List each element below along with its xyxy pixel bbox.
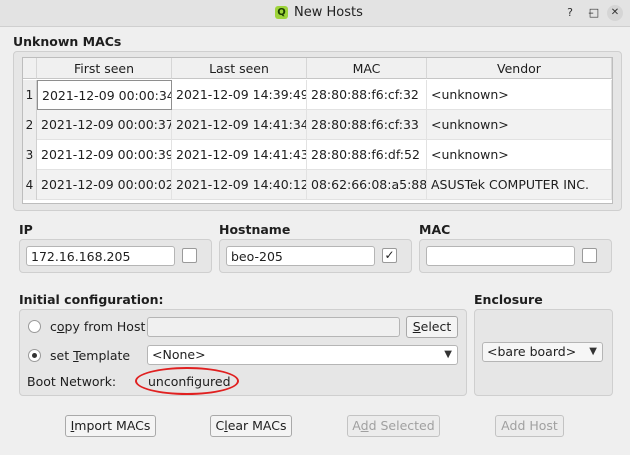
initial-config-label: Initial configuration: [19,292,164,307]
copy-from-host-label[interactable]: copy from Host [50,319,145,334]
mac-label: MAC [419,222,451,237]
cell-vendor[interactable]: <unknown> [427,80,612,110]
mac-checkbox[interactable] [582,248,597,263]
cell-last-seen[interactable]: 2021-12-09 14:39:49 [172,80,307,110]
copy-from-host-radio[interactable] [28,320,41,333]
title-bar: Q New Hosts ? – □ ✕ [0,0,630,27]
cell-last-seen[interactable]: 2021-12-09 14:41:34 [172,110,307,140]
cell-first-seen[interactable]: 2021-12-09 00:00:34 [37,80,172,110]
table-row[interactable]: 3 2021-12-09 00:00:39 2021-12-09 14:41:4… [23,140,612,170]
cell-first-seen[interactable]: 2021-12-09 00:00:39 [37,140,172,170]
select-button[interactable]: Select [406,316,458,338]
table-corner [23,58,37,79]
set-template-label[interactable]: set Template [50,348,130,363]
cell-vendor[interactable]: ASUSTek COMPUTER INC. [427,170,612,200]
cell-first-seen[interactable]: 2021-12-09 00:00:37 [37,110,172,140]
chevron-down-icon: ▼ [444,349,452,360]
ip-checkbox[interactable] [182,248,197,263]
row-number[interactable]: 4 [23,170,37,200]
table-row[interactable]: 2 2021-12-09 00:00:37 2021-12-09 14:41:3… [23,110,612,140]
app-icon: Q [275,6,288,19]
unknown-macs-table[interactable]: First seen Last seen MAC Vendor 1 2021-1… [22,57,613,204]
row-number[interactable]: 3 [23,140,37,170]
enclosure-select[interactable]: <bare board> ▼ [482,342,603,362]
unknown-macs-title: Unknown MACs [13,34,122,49]
table-row[interactable]: 4 2021-12-09 00:00:02 2021-12-09 14:40:1… [23,170,612,200]
mac-input[interactable] [426,246,575,266]
add-selected-button[interactable]: Add Selected [347,415,440,437]
copy-from-host-input[interactable] [147,317,400,337]
window-title: New Hosts [294,5,363,20]
column-header-first-seen[interactable]: First seen [37,58,172,79]
column-header-last-seen[interactable]: Last seen [172,58,307,79]
cell-vendor[interactable]: <unknown> [427,140,612,170]
close-button[interactable]: ✕ [607,5,623,21]
boot-network-label: Boot Network: [27,374,117,389]
help-button[interactable]: ? [562,5,578,21]
ip-input[interactable]: 172.16.168.205 [26,246,175,266]
maximize-button[interactable]: □ [586,5,602,21]
ip-label: IP [19,222,33,237]
chevron-down-icon: ▼ [589,346,597,357]
import-macs-button[interactable]: Import MACs [65,415,156,437]
clear-macs-button[interactable]: Clear MACs [210,415,292,437]
cell-last-seen[interactable]: 2021-12-09 14:40:12 [172,170,307,200]
add-host-button[interactable]: Add Host [495,415,564,437]
cell-first-seen[interactable]: 2021-12-09 00:00:02 [37,170,172,200]
cell-mac[interactable]: 28:80:88:f6:df:52 [307,140,427,170]
cell-mac[interactable]: 28:80:88:f6:cf:33 [307,110,427,140]
hostname-checkbox[interactable]: ✓ [382,248,397,263]
row-number[interactable]: 2 [23,110,37,140]
cell-vendor[interactable]: <unknown> [427,110,612,140]
cell-last-seen[interactable]: 2021-12-09 14:41:43 [172,140,307,170]
column-header-mac[interactable]: MAC [307,58,427,79]
hostname-label: Hostname [219,222,291,237]
highlight-ellipse [135,367,239,395]
column-header-vendor[interactable]: Vendor [427,58,612,79]
cell-mac[interactable]: 28:80:88:f6:cf:32 [307,80,427,110]
row-number[interactable]: 1 [23,80,37,110]
template-select[interactable]: <None> ▼ [147,345,458,365]
set-template-radio[interactable] [28,349,41,362]
enclosure-label: Enclosure [474,292,543,307]
hostname-input[interactable]: beo-205 [226,246,375,266]
table-row[interactable]: 1 2021-12-09 00:00:34 2021-12-09 14:39:4… [23,80,612,110]
cell-mac[interactable]: 08:62:66:08:a5:88 [307,170,427,200]
